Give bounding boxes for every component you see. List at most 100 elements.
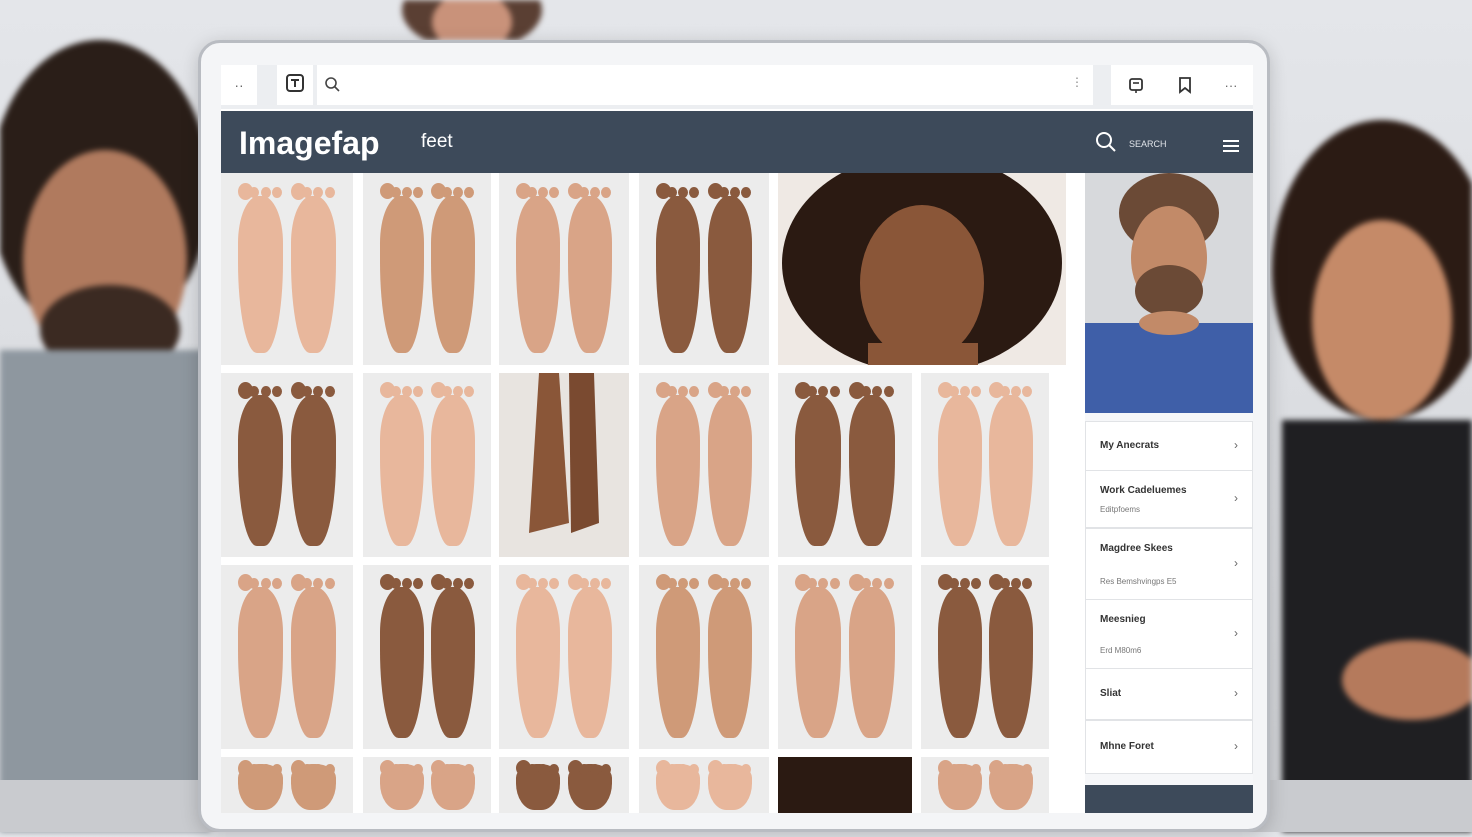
foot-sole [938,587,982,738]
toe [261,764,271,775]
search-button-label[interactable]: SEARCH [1129,139,1167,149]
toe [313,187,323,198]
image-thumbnail[interactable] [639,173,769,365]
image-thumbnail[interactable] [499,173,629,365]
toe [601,764,611,775]
foot-sole [516,196,560,353]
site-logo[interactable]: Imagefap [239,125,379,162]
toe [325,386,335,397]
toe [741,187,751,198]
foot-sole [238,587,283,738]
foot-sole [291,196,336,353]
foot-sole [849,395,895,546]
foot-sole [656,587,700,738]
sidebar-item[interactable]: Work Cadeluemes Editpfoems › [1085,470,1253,528]
sidebar-item[interactable]: Magdree Skees Res Bemshvingps E5 › [1085,528,1253,600]
toe [719,578,729,589]
image-thumbnail[interactable] [499,373,629,557]
image-thumbnail[interactable] [639,757,769,813]
address-bar[interactable]: ⋮ [317,65,1093,105]
image-thumbnail[interactable] [221,173,353,365]
sidebar-item-subtitle: Editpfoems [1100,505,1141,514]
toe [1000,764,1010,775]
toe [402,187,412,198]
sidebar-item[interactable]: My Anecrats › [1085,421,1253,471]
image-thumbnail[interactable] [363,565,491,749]
hamburger-menu-icon[interactable] [1223,139,1239,157]
image-thumbnail[interactable] [221,373,353,557]
foot-sole [656,395,700,546]
overflow-menu-button[interactable]: ··· [1225,78,1238,93]
toe [442,386,452,397]
foot-sole [568,587,612,738]
toe [730,386,740,397]
image-thumbnail[interactable] [921,757,1049,813]
toe [272,386,282,397]
toe [261,386,271,397]
toe [261,578,271,589]
toe [413,187,423,198]
image-thumbnail[interactable] [363,173,491,365]
search-icon[interactable] [1095,131,1117,158]
image-thumbnail[interactable] [639,565,769,749]
image-thumbnail[interactable] [921,373,1049,557]
sidebar-photo[interactable] [1085,173,1253,413]
image-thumbnail[interactable] [363,757,491,813]
toe [527,578,537,589]
tab-button[interactable] [277,65,313,105]
image-thumbnail[interactable] [499,757,629,813]
search-query[interactable]: feet [421,131,453,153]
chevron-right-icon: › [1234,626,1238,640]
image-thumbnail[interactable] [778,565,912,749]
toe [579,578,589,589]
sidebar-item[interactable]: Meesnieg Erd M80m6 › [1085,599,1253,669]
toe [1011,386,1021,397]
foot-sole [938,395,982,546]
toe [538,764,548,775]
image-thumbnail[interactable] [363,373,491,557]
image-thumbnail[interactable] [921,565,1049,749]
toe [325,764,335,775]
toe [971,386,981,397]
toe [413,764,423,775]
sidebar-footer-bar [1085,785,1253,813]
toe [960,764,970,775]
bookmark-icon[interactable] [1176,76,1194,94]
foot-sole [291,587,336,738]
toe [261,187,271,198]
image-thumbnail[interactable] [778,373,912,557]
sidebar-item[interactable]: Sliat › [1085,668,1253,720]
foot-sole [708,395,752,546]
image-thumbnail[interactable] [499,565,629,749]
toe [971,578,981,589]
toe [272,764,282,775]
toe [719,386,729,397]
toe [590,764,600,775]
foot-sole [708,196,752,353]
sidebar-item[interactable]: Mhne Foret › [1085,720,1253,774]
image-thumbnail[interactable] [778,173,1066,365]
toe [590,187,600,198]
toe [527,187,537,198]
toe [391,187,401,198]
toe [538,578,548,589]
foot-sole [568,196,612,353]
toe [249,386,259,397]
toolbar-actions: ··· [1111,65,1253,105]
legs-photo [529,373,599,533]
window-menu-button[interactable]: ·· [221,65,257,105]
chevron-right-icon: › [1234,686,1238,700]
address-more-button[interactable]: ⋮ [1071,75,1083,89]
toe [730,187,740,198]
site-header: Imagefap feet SEARCH [221,111,1253,173]
image-thumbnail[interactable] [221,565,353,749]
toe [1011,764,1021,775]
image-thumbnail[interactable] [639,373,769,557]
image-thumbnail[interactable] [778,757,912,813]
image-thumbnail[interactable] [221,757,353,813]
toe [884,578,894,589]
toe [302,764,312,775]
foot-sole [380,395,424,546]
chevron-right-icon: › [1234,491,1238,505]
share-icon[interactable] [1127,76,1145,94]
